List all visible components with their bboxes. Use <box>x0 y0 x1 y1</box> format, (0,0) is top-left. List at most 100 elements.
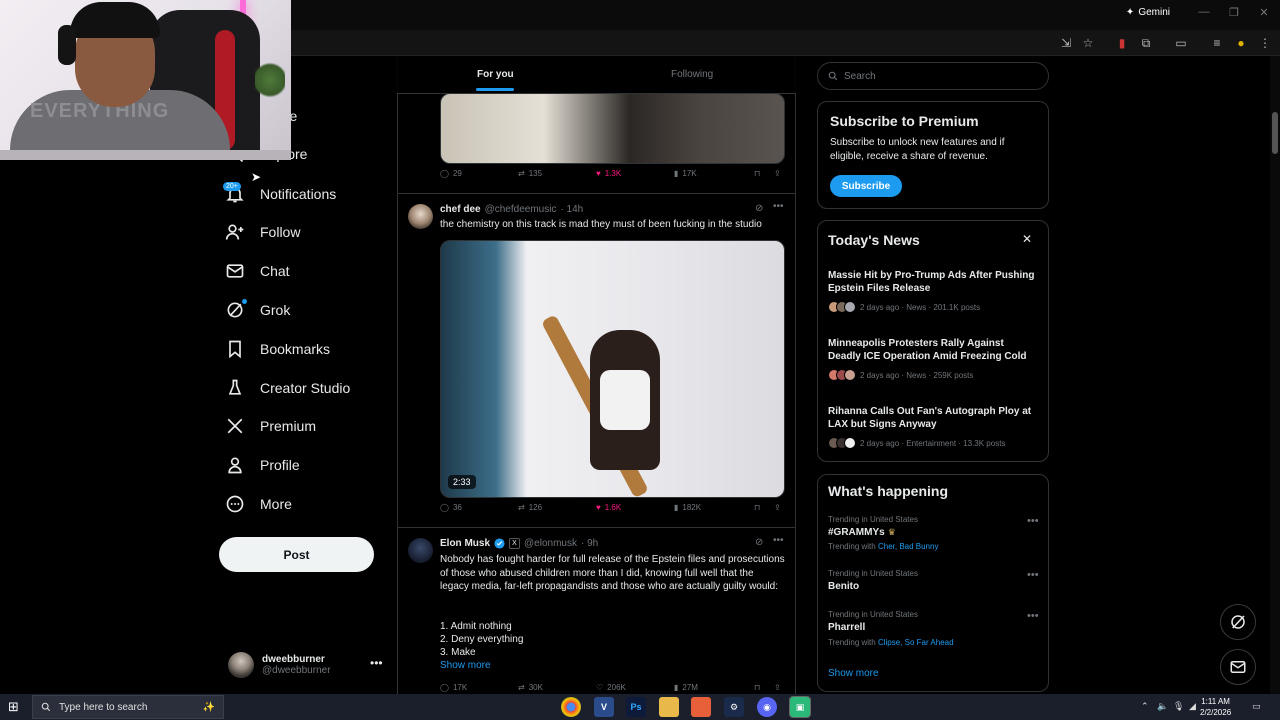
account-switcher[interactable]: dweebburner @dweebburner <box>228 650 388 680</box>
maximize-button[interactable]: ❐ <box>1224 6 1244 22</box>
search-bar[interactable]: Search <box>817 62 1049 90</box>
trend-with-names[interactable]: Cher, Bad Bunny <box>878 542 938 551</box>
post-button[interactable]: Post <box>219 537 374 572</box>
trend-name[interactable]: Benito <box>828 581 859 592</box>
tweet-author-name[interactable]: chef dee <box>440 204 481 215</box>
repost-count: 135 <box>528 168 543 178</box>
vegas-app-icon[interactable]: V <box>594 697 614 717</box>
extension-red-icon[interactable]: ▮ <box>1114 35 1130 51</box>
nav-bookmarks[interactable]: Bookmarks <box>224 334 330 364</box>
share-icon: ⇪ <box>774 502 781 512</box>
trend-name[interactable]: Pharrell <box>828 622 865 633</box>
tray-mic-icon[interactable]: 🎙 <box>1173 701 1184 712</box>
like-button[interactable]: ♥ 1.6K <box>596 503 621 512</box>
tweet-author-name[interactable]: Elon Musk <box>440 538 490 549</box>
trend-with: Trending with Clipse, So Far Ahead <box>828 638 954 647</box>
reply-count: 36 <box>452 502 462 512</box>
nav-more[interactable]: More <box>224 489 292 519</box>
reply-button[interactable]: ◯ 36 <box>440 503 462 512</box>
repost-button[interactable]: ⇄ 126 <box>518 503 542 512</box>
tweet-author-handle[interactable]: @chefdeemusic <box>485 204 557 215</box>
trend-item[interactable]: #GRAMMYs ♛ <box>828 527 896 538</box>
tab-for-you[interactable]: For you <box>477 69 514 80</box>
notification-center-icon[interactable]: ▭ <box>1252 701 1261 712</box>
tweet-more-icon[interactable]: ••• <box>773 201 784 212</box>
trend-more-icon[interactable]: ••• <box>1027 515 1039 527</box>
news-item-title[interactable]: Massie Hit by Pro-Trump Ads After Pushin… <box>828 269 1038 295</box>
gemini-button[interactable]: ✦ Gemini <box>1126 7 1170 18</box>
extensions-puzzle-icon[interactable]: ⧉ <box>1138 35 1154 51</box>
account-more-icon[interactable]: ••• <box>370 656 383 670</box>
queue-icon[interactable]: ≡ <box>1209 35 1225 51</box>
grok-fab[interactable] <box>1220 604 1256 640</box>
subscribe-button[interactable]: Subscribe <box>830 175 902 197</box>
steam-app-icon[interactable]: ⚙ <box>724 697 744 717</box>
discord-app-icon[interactable]: ◉ <box>757 697 777 717</box>
reply-button[interactable]: ◯ 17K <box>440 683 467 692</box>
tweet-author-handle[interactable]: @elonmusk <box>524 538 577 549</box>
nav-grok[interactable]: Grok <box>224 295 290 325</box>
tweet-media-image[interactable] <box>440 93 785 164</box>
cast-icon[interactable]: ▭ <box>1173 35 1189 51</box>
close-window-button[interactable]: ✕ <box>1254 6 1274 22</box>
views-button[interactable]: ▮ 27M <box>674 683 698 692</box>
search-input[interactable]: Search <box>844 71 876 82</box>
trend-more-icon[interactable]: ••• <box>1027 569 1039 581</box>
trend-with-names[interactable]: Clipse, So Far Ahead <box>878 638 954 647</box>
browser-menu-icon[interactable]: ⋮ <box>1257 35 1273 51</box>
taskbar-search-input[interactable]: Type here to search <box>59 702 147 713</box>
fl-studio-icon[interactable] <box>691 697 711 717</box>
taskbar-clock[interactable]: 1:11 AM 2/2/2026 <box>1200 696 1231 718</box>
tweet-avatar[interactable] <box>408 538 433 563</box>
tray-speaker-icon[interactable]: 🔈 <box>1157 701 1168 712</box>
scrollbar-thumb[interactable] <box>1272 112 1278 154</box>
tweet-avatar[interactable] <box>408 204 433 229</box>
minimize-button[interactable]: — <box>1194 6 1214 22</box>
grok-tweet-icon[interactable]: ⊘ <box>755 203 763 214</box>
nav-follow[interactable]: Follow <box>224 217 300 247</box>
photoshop-app-icon[interactable]: Ps <box>626 697 646 717</box>
share-button[interactable]: ⇪ <box>774 169 781 178</box>
chrome-app-icon[interactable] <box>561 697 581 717</box>
active-app-icon[interactable]: ▣ <box>789 696 811 718</box>
views-button[interactable]: ▮ 17K <box>674 169 697 178</box>
nav-premium[interactable]: Premium <box>224 411 316 441</box>
tray-chevron-icon[interactable]: ⌃ <box>1141 701 1149 712</box>
messages-fab[interactable] <box>1220 649 1256 685</box>
taskbar-search[interactable]: Type here to search ✨ <box>32 695 224 719</box>
share-button[interactable]: ⇪ <box>774 683 781 692</box>
trend-more-icon[interactable]: ••• <box>1027 610 1039 622</box>
show-more-link[interactable]: Show more <box>440 660 491 671</box>
profile-avatar-icon[interactable]: ● <box>1233 35 1249 51</box>
news-item-title[interactable]: Rihanna Calls Out Fan's Autograph Ploy a… <box>828 405 1038 431</box>
close-icon[interactable]: ✕ <box>1022 232 1032 246</box>
notification-badge: 20+ <box>223 182 241 191</box>
bookmark-button[interactable]: ⊓ <box>754 169 760 178</box>
repost-button[interactable]: ⇄ 135 <box>518 169 542 178</box>
reply-button[interactable]: ◯ 29 <box>440 169 462 178</box>
news-item-title[interactable]: Minneapolis Protesters Rally Against Dea… <box>828 337 1038 363</box>
windows-start-icon[interactable]: ⊞ <box>8 699 19 715</box>
repost-button[interactable]: ⇄ 30K <box>518 683 543 692</box>
share-button[interactable]: ⇪ <box>774 503 781 512</box>
bookmark-button[interactable]: ⊓ <box>754 683 760 692</box>
bookmark-star-icon[interactable]: ☆ <box>1080 35 1096 51</box>
tweet-time[interactable]: · 14h <box>560 204 583 215</box>
nav-chat[interactable]: Chat <box>224 256 290 286</box>
file-explorer-icon[interactable] <box>659 697 679 717</box>
show-more-trends-link[interactable]: Show more <box>828 668 879 679</box>
tweet-more-icon[interactable]: ••• <box>773 535 784 546</box>
like-button[interactable]: ♥ 1.3K <box>596 169 621 178</box>
tray-network-icon[interactable]: ◢ <box>1189 701 1196 712</box>
nav-notifications[interactable]: Notifications <box>224 179 336 209</box>
nav-creator-studio[interactable]: Creator Studio <box>224 373 350 403</box>
nav-profile[interactable]: Profile <box>224 450 300 480</box>
bookmark-button[interactable]: ⊓ <box>754 503 760 512</box>
tweet-time[interactable]: · 9h <box>581 538 598 549</box>
install-icon[interactable]: ⇲ <box>1058 35 1074 51</box>
views-button[interactable]: ▮ 182K <box>674 503 701 512</box>
video-duration: 2:33 <box>448 475 476 489</box>
tab-following[interactable]: Following <box>671 69 713 80</box>
grok-tweet-icon[interactable]: ⊘ <box>755 537 763 548</box>
like-button[interactable]: ♡ 206K <box>596 683 626 692</box>
